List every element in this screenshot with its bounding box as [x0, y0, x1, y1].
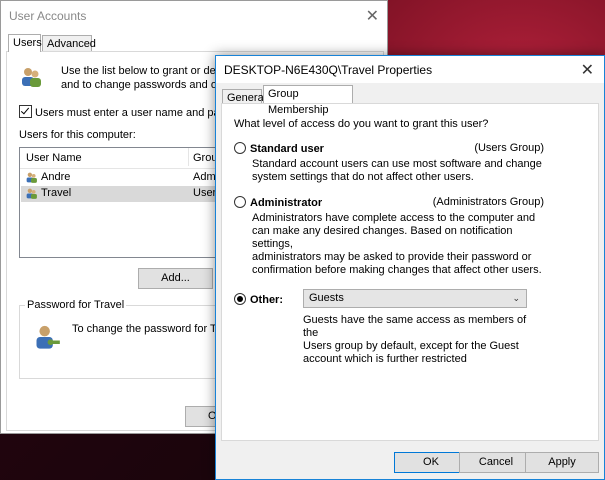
users-list[interactable]: User Name Group Andre Adm Travel Users	[19, 147, 219, 258]
password-group-title: Password for Travel	[25, 299, 127, 311]
other-group-select[interactable]: Guests ⌄	[303, 289, 527, 308]
standard-user-description: Standard account users can use most soft…	[252, 158, 552, 184]
description-line: Administrators have complete access to t…	[252, 212, 536, 224]
require-login-checkbox-row[interactable]: Users must enter a user name and passwo	[19, 105, 219, 119]
tab-advanced[interactable]: Advanced	[42, 35, 96, 51]
other-group-select-value: Guests	[309, 292, 344, 304]
description-line: Use the list below to grant or deny	[61, 65, 221, 77]
ok-button[interactable]: OK	[394, 452, 468, 473]
require-login-checkbox[interactable]	[19, 105, 32, 118]
administrator-group: (Administrators Group)	[432, 196, 544, 208]
users-icon	[26, 188, 37, 199]
administrator-radio[interactable]	[234, 196, 246, 208]
window-title: User Accounts	[9, 9, 87, 23]
dialog-title: DESKTOP-N6E430Q\Travel Properties	[224, 63, 433, 77]
apply-button[interactable]: Apply	[525, 452, 599, 473]
user-accounts-titlebar: User Accounts ✕	[1, 1, 387, 30]
close-icon[interactable]: ✕	[366, 6, 379, 26]
other-radio-row[interactable]: Other:	[234, 293, 283, 306]
user-name-cell: Travel	[41, 187, 72, 199]
description-line: Guests have the same access as members o…	[303, 314, 527, 339]
password-description: To change the password for Trav	[72, 323, 218, 335]
standard-user-group: (Users Group)	[474, 142, 544, 154]
user-accounts-description: Use the list below to grant or deny and …	[61, 64, 221, 92]
dialog-titlebar: DESKTOP-N6E430Q\Travel Properties ✕	[216, 56, 604, 83]
column-header-user-name[interactable]: User Name	[26, 152, 82, 164]
users-icon	[26, 172, 37, 183]
standard-user-label: Standard user	[250, 143, 324, 155]
users-icon	[22, 68, 41, 87]
column-separator	[188, 148, 189, 166]
other-radio[interactable]	[234, 293, 246, 305]
description-line: Standard account users can use most soft…	[252, 158, 542, 170]
other-label: Other:	[250, 294, 283, 306]
user-key-icon	[36, 325, 60, 349]
require-login-label: Users must enter a user name and passwo	[35, 107, 219, 119]
other-description: Guests have the same access as members o…	[303, 314, 543, 366]
description-line: administrators may be asked to provide t…	[252, 251, 532, 263]
users-list-header: User Name Group	[20, 148, 218, 169]
description-line: and to change passwords and othe	[61, 79, 221, 91]
standard-user-radio-row[interactable]: Standard user	[234, 142, 324, 155]
description-line: can make any desired changes. Based on n…	[252, 225, 513, 250]
add-user-button[interactable]: Add...	[138, 268, 213, 289]
tab-general[interactable]: General	[222, 89, 266, 104]
tab-users[interactable]: Users	[8, 34, 42, 52]
travel-properties-dialog: DESKTOP-N6E430Q\Travel Properties ✕ Gene…	[215, 55, 605, 480]
user-name-cell: Andre	[41, 171, 71, 183]
cancel-button[interactable]: Cancel	[459, 452, 533, 473]
administrator-radio-row[interactable]: Administrator	[234, 196, 322, 209]
users-list-label: Users for this computer:	[19, 129, 136, 141]
description-line: Users group by default, except for the G…	[303, 340, 519, 352]
description-line: system settings that do not affect other…	[252, 171, 474, 183]
chevron-down-icon: ⌄	[512, 293, 520, 303]
tab-group-membership[interactable]: Group Membership	[263, 85, 353, 116]
standard-user-radio[interactable]	[234, 142, 246, 154]
administrator-description: Administrators have complete access to t…	[252, 212, 552, 277]
access-question: What level of access do you want to gran…	[234, 118, 489, 130]
table-row[interactable]: Travel Users	[21, 186, 218, 202]
user-group-cell: Adm	[193, 171, 216, 183]
close-icon[interactable]: ✕	[581, 60, 594, 80]
table-row[interactable]: Andre Adm	[21, 170, 218, 186]
description-line: account which is further restricted	[303, 353, 467, 365]
description-line: confirmation before making changes that …	[252, 264, 542, 276]
administrator-label: Administrator	[250, 197, 323, 209]
